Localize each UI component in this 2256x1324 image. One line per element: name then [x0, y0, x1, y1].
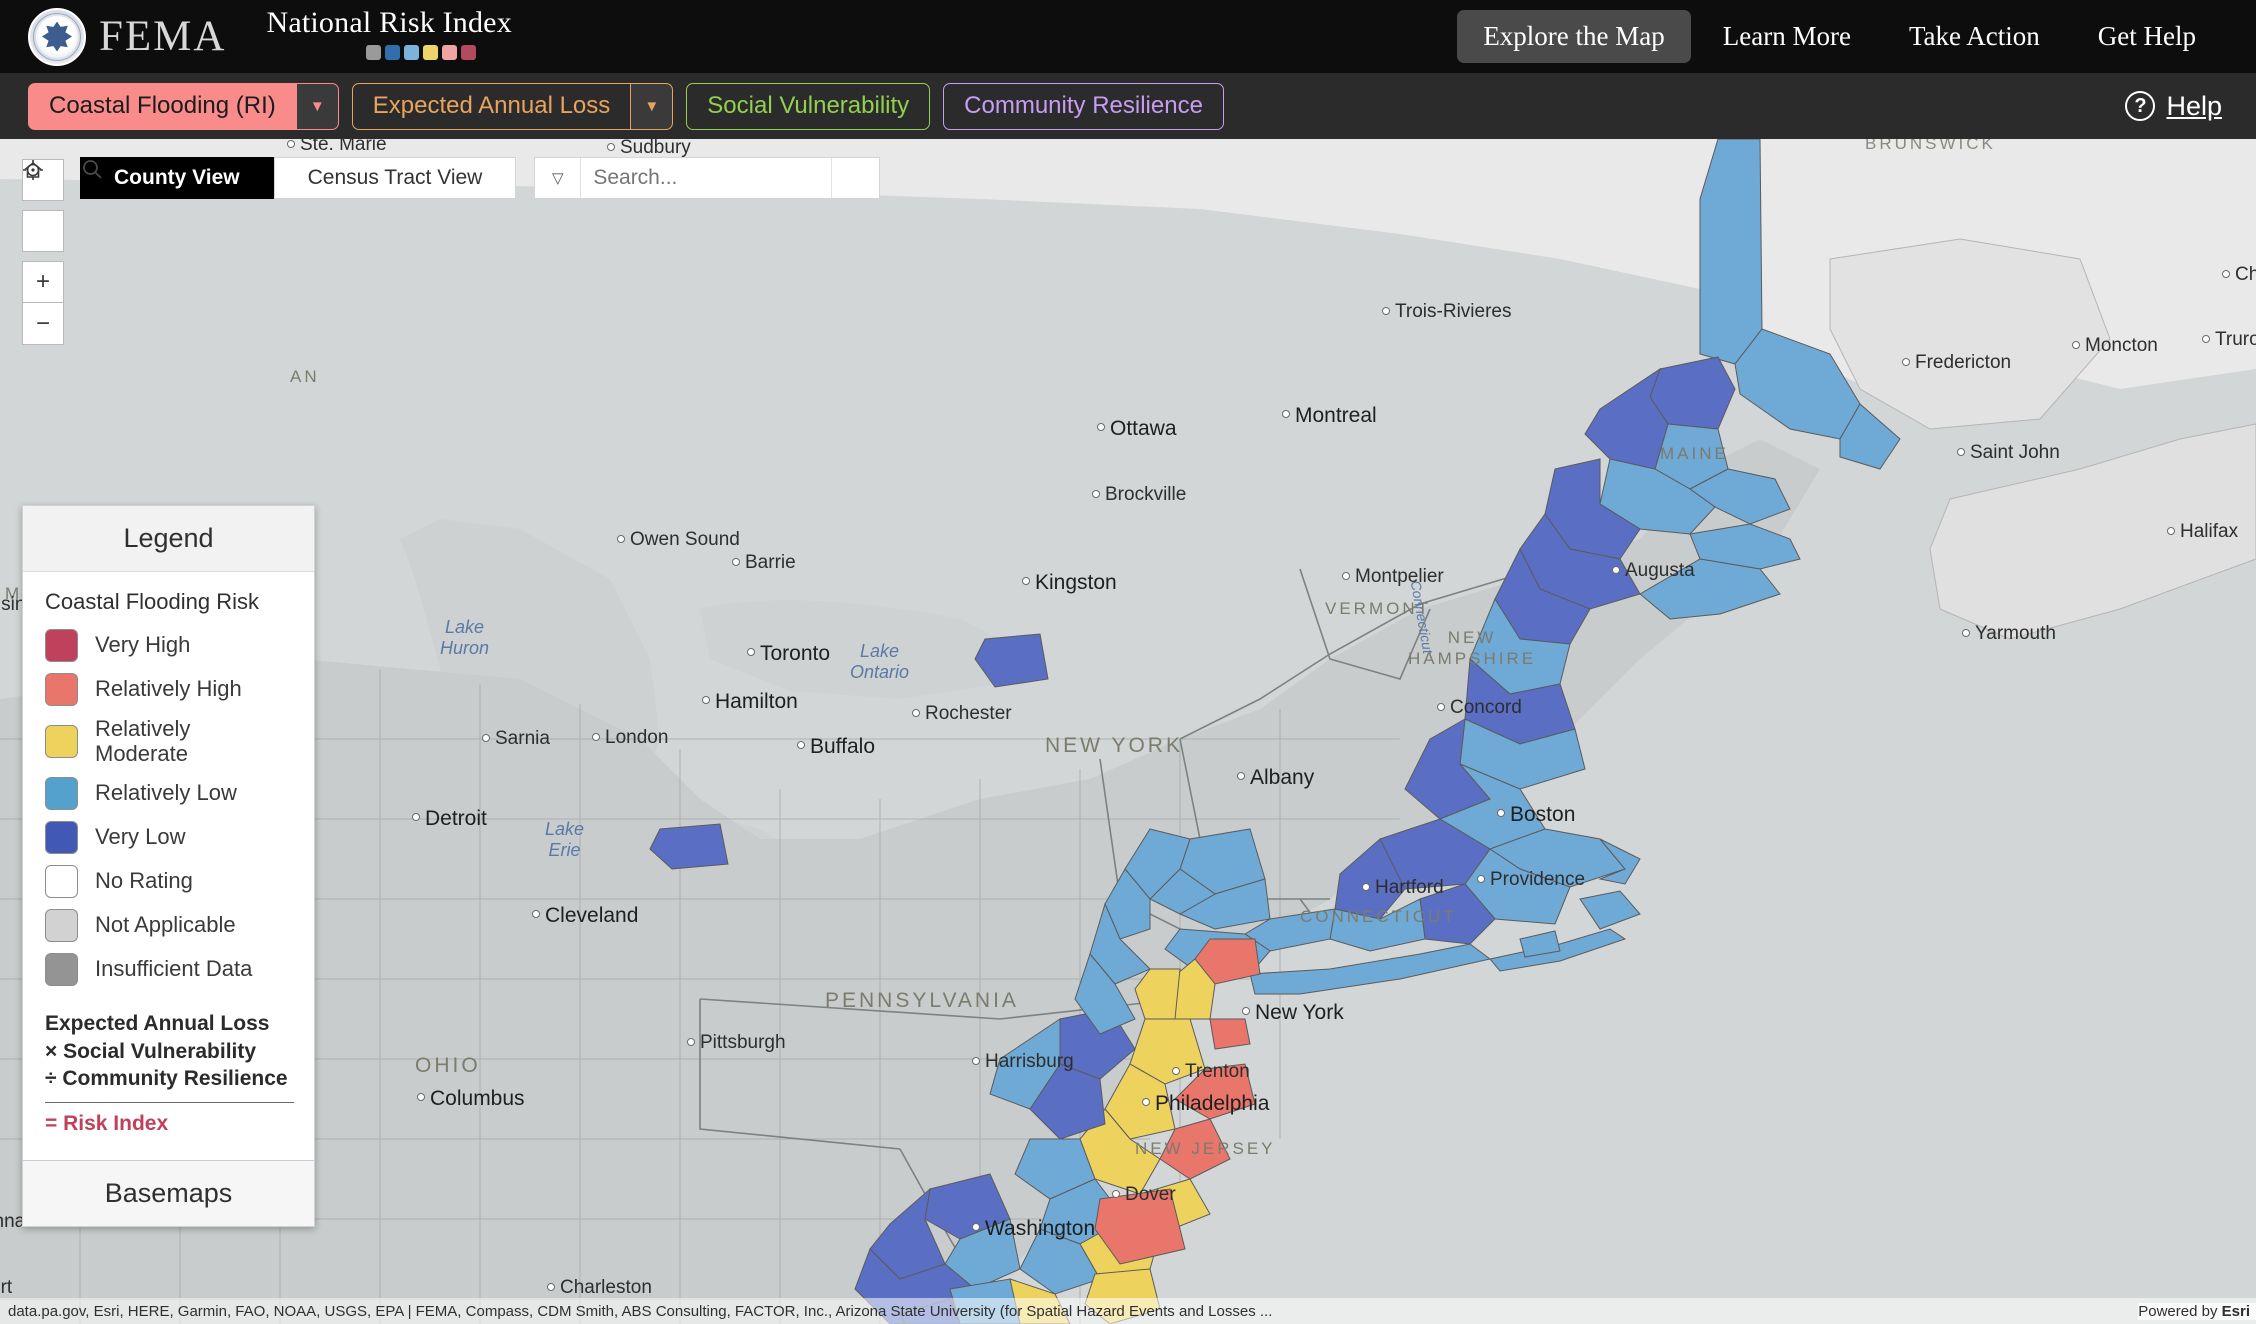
nav-item-explore-the-map[interactable]: Explore the Map — [1457, 10, 1691, 63]
tab-county-view[interactable]: County View — [80, 157, 274, 199]
swatch-lightblue — [404, 44, 420, 60]
map-view-toolbar: County View Census Tract View ▽ — [80, 157, 881, 199]
main-nav: Explore the Map Learn More Take Action G… — [1457, 10, 2256, 63]
swatch-darkblue — [385, 44, 401, 60]
map-controls: + − — [22, 159, 64, 345]
legend-swatch-very-low — [45, 821, 78, 855]
legend-label-insufficient-data: Insufficient Data — [95, 956, 253, 982]
community-resilience-group: Community Resilience — [943, 82, 1224, 130]
formula-line-eal: Expected Annual Loss — [45, 1012, 270, 1036]
formula-line-cr: ÷ Community Resilience — [45, 1066, 288, 1090]
legend-item-no-rating: No Rating — [45, 865, 294, 899]
legend-item-very-high: Very High — [45, 629, 294, 662]
expected-annual-loss-chip[interactable]: Expected Annual Loss — [351, 82, 632, 130]
basemaps-button[interactable]: Basemaps — [23, 1160, 314, 1227]
search-filter-chevron-down-icon[interactable]: ▽ — [535, 158, 582, 198]
legend-swatch-insufficient-data — [45, 953, 78, 987]
hazard-chip[interactable]: Coastal Flooding (RI) — [28, 82, 297, 130]
formula-line-sv: × Social Vulnerability — [45, 1039, 257, 1063]
legend-swatch-very-high — [45, 629, 78, 662]
legend-item-relatively-moderate: Relatively Moderate — [45, 716, 294, 766]
legend-swatch-relatively-moderate — [45, 725, 78, 759]
zoom-out-button[interactable]: − — [22, 303, 64, 345]
legend-label-not-applicable: Not Applicable — [95, 912, 236, 938]
legend-label-relatively-low: Relatively Low — [95, 780, 237, 806]
legend-label-relatively-high: Relatively High — [95, 676, 242, 702]
legend-body: Coastal Flooding Risk Very High Relative… — [23, 572, 314, 1144]
risk-formula: Expected Annual Loss × Social Vulnerabil… — [45, 1010, 294, 1136]
home-icon[interactable] — [22, 161, 64, 252]
social-vulnerability-chip[interactable]: Social Vulnerability — [686, 82, 931, 130]
legend-label-very-high: Very High — [95, 632, 191, 658]
swatch-pink — [442, 44, 458, 60]
eal-chevron-down-icon[interactable]: ▼ — [631, 82, 674, 130]
brand-block: FEMA National Risk Index — [0, 5, 512, 66]
powered-by-prefix: Powered by — [2138, 1302, 2222, 1320]
nav-item-take-action[interactable]: Take Action — [1883, 10, 2066, 63]
filter-toolbar: Coastal Flooding (RI) ▼ Expected Annual … — [0, 73, 2256, 139]
nav-item-get-help[interactable]: Get Help — [2072, 10, 2222, 63]
hazard-chevron-down-icon[interactable]: ▼ — [296, 82, 339, 130]
formula-result-risk-index: = Risk Index — [45, 1112, 169, 1136]
help-label: Help — [2166, 90, 2222, 121]
attribution-text: data.pa.gov, Esri, HERE, Garmin, FAO, NO… — [8, 1302, 1273, 1320]
social-vulnerability-group: Social Vulnerability — [686, 82, 931, 130]
legend-item-very-low: Very Low — [45, 821, 294, 855]
page-title: National Risk Index — [266, 5, 512, 39]
risk-swatch-strip — [366, 44, 511, 60]
map-geometry — [0, 139, 2256, 1324]
legend-header[interactable]: Legend — [23, 506, 314, 572]
search-icon[interactable] — [83, 158, 879, 198]
legend-swatch-not-applicable — [45, 909, 78, 943]
hazard-selector-group: Coastal Flooding (RI) ▼ — [28, 82, 339, 130]
legend-label-no-rating: No Rating — [95, 868, 193, 894]
risk-map[interactable]: Lake Huron Lake Ontario Lake Erie Connectic… — [0, 139, 2256, 1324]
map-attribution: data.pa.gov, Esri, HERE, Garmin, FAO, NO… — [0, 1298, 2256, 1324]
legend-item-relatively-low: Relatively Low — [45, 777, 294, 811]
search-input[interactable] — [581, 158, 832, 198]
question-mark-icon: ? — [2125, 91, 2156, 121]
formula-divider — [45, 1102, 294, 1104]
help-link[interactable]: ? Help — [2125, 91, 2256, 122]
dhs-seal-icon — [28, 7, 86, 66]
legend-item-insufficient-data: Insufficient Data — [45, 953, 294, 987]
zoom-controls: + − — [22, 261, 64, 345]
zoom-in-button[interactable]: + — [22, 261, 64, 303]
swatch-rose — [461, 44, 477, 60]
swatch-gray — [366, 44, 382, 60]
app-header: FEMA National Risk Index Explore the Map… — [0, 0, 2256, 73]
legend-swatch-no-rating — [45, 865, 78, 899]
legend-item-relatively-high: Relatively High — [45, 673, 294, 706]
search-box: ▽ — [83, 157, 881, 199]
esri-brand: Esri — [2221, 1302, 2250, 1320]
product-title-block: National Risk Index — [266, 5, 512, 60]
legend-swatch-relatively-high — [45, 673, 78, 706]
legend-item-not-applicable: Not Applicable — [45, 909, 294, 943]
swatch-yellow — [423, 44, 439, 60]
legend-panel: Legend Coastal Flooding Risk Very High R… — [22, 505, 315, 1228]
nav-item-learn-more[interactable]: Learn More — [1697, 10, 1877, 63]
legend-label-relatively-moderate: Relatively Moderate — [95, 716, 191, 766]
legend-title: Coastal Flooding Risk — [45, 589, 259, 614]
legend-label-very-low: Very Low — [95, 824, 186, 850]
fema-wordmark: FEMA — [99, 13, 227, 60]
tab-census-tract-view[interactable]: Census Tract View — [273, 157, 517, 199]
expected-annual-loss-group: Expected Annual Loss ▼ — [351, 82, 674, 130]
community-resilience-chip[interactable]: Community Resilience — [943, 82, 1224, 130]
powered-by-esri: Powered by Esri — [2138, 1302, 2256, 1320]
legend-swatch-relatively-low — [45, 777, 78, 811]
